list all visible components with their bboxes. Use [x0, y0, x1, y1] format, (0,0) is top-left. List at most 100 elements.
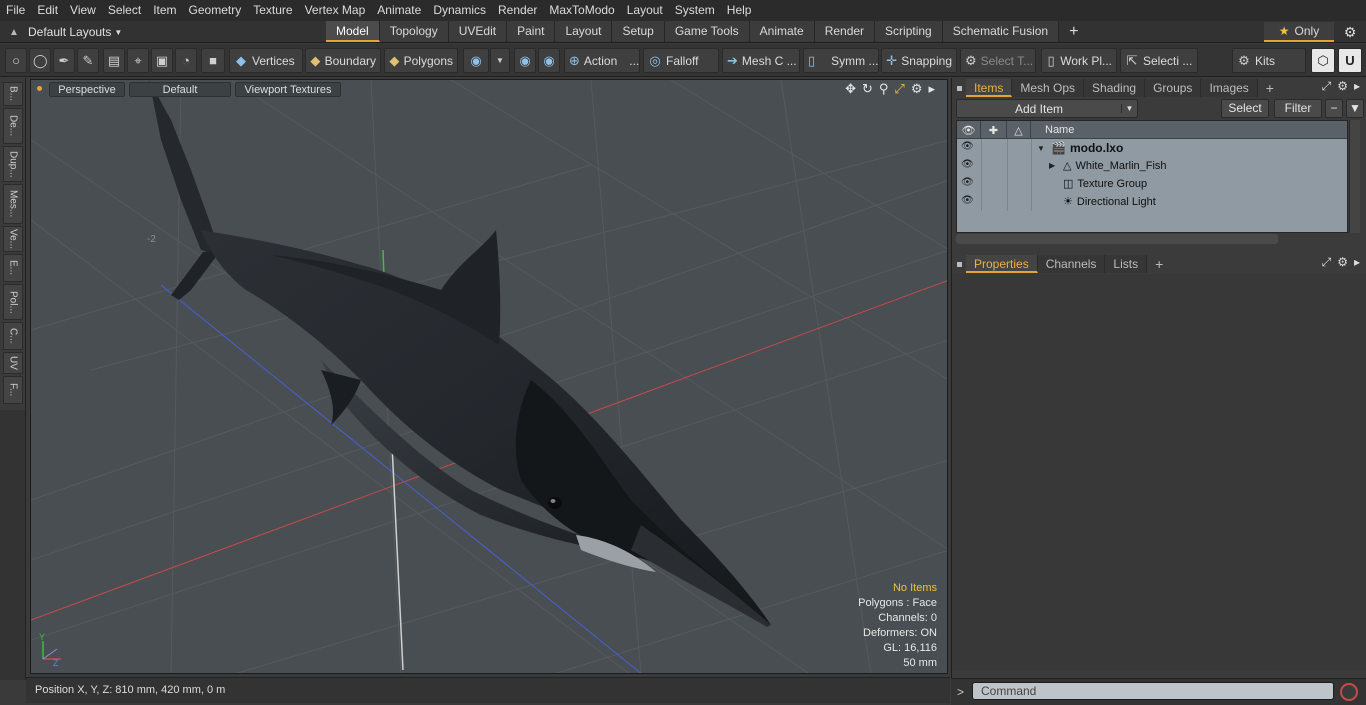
- left-tab-4[interactable]: Ve...: [3, 226, 23, 252]
- polygons-button[interactable]: ◆ Polygons: [384, 48, 458, 73]
- tab-properties[interactable]: Properties: [966, 255, 1038, 273]
- select-through-button[interactable]: ⚙ Select T...: [960, 48, 1036, 73]
- menu-render[interactable]: Render: [492, 0, 543, 21]
- perspective-view-button[interactable]: Perspective: [49, 82, 125, 97]
- menu-geometry[interactable]: Geometry: [183, 0, 248, 21]
- viewport-textures-button[interactable]: Viewport Textures: [235, 82, 341, 97]
- rotate-view-button[interactable]: ◔: [175, 48, 197, 73]
- select-button[interactable]: Select: [1221, 99, 1269, 118]
- visibility-eye-icon[interactable]: 👁: [961, 159, 977, 173]
- items-mode-button[interactable]: ■: [201, 48, 225, 73]
- expand-toggle-icon[interactable]: ▶: [1049, 161, 1059, 170]
- material-mode-button[interactable]: ◉: [463, 48, 489, 73]
- tab-layout[interactable]: Layout: [555, 21, 613, 42]
- work-plane-button[interactable]: ▯ Work Pl...: [1041, 48, 1117, 73]
- symmetry-button[interactable]: ▯ Symm ...: [803, 48, 879, 73]
- add-tab-icon[interactable]: +: [1059, 21, 1088, 42]
- tab-model[interactable]: Model: [326, 21, 380, 42]
- action-center-button[interactable]: ⊕ Action...: [564, 48, 640, 73]
- 3d-viewport[interactable]: -2 Perspective Default Viewport Textures…: [30, 79, 948, 674]
- chevron-down-icon[interactable]: ▼: [1121, 104, 1137, 113]
- kits-button[interactable]: ⚙ Kits: [1232, 48, 1306, 73]
- visibility-eye-icon[interactable]: 👁: [961, 141, 977, 155]
- vertices-button[interactable]: ◆ Vertices: [229, 48, 303, 73]
- tab-lists[interactable]: Lists: [1105, 255, 1148, 273]
- left-tab-6[interactable]: Pol...: [3, 284, 23, 320]
- command-input[interactable]: Command: [972, 682, 1334, 700]
- menu-item[interactable]: Item: [147, 0, 182, 21]
- left-tab-0[interactable]: B...: [3, 82, 23, 106]
- lock-column-icon[interactable]: ✚: [981, 121, 1007, 139]
- brush-tool-button[interactable]: ✎: [77, 48, 99, 73]
- tab-topology[interactable]: Topology: [379, 21, 449, 42]
- mesh-constraint-button[interactable]: ➔ Mesh C ...: [722, 48, 800, 73]
- pen-tool-button[interactable]: ✒: [53, 48, 75, 73]
- menu-layout[interactable]: Layout: [621, 0, 669, 21]
- shading-default-button[interactable]: Default: [129, 82, 231, 97]
- boundary-button[interactable]: ◆ Boundary: [305, 48, 381, 73]
- tree-row[interactable]: 👁 ◫ Texture Group: [957, 175, 1347, 193]
- collapse-button[interactable]: −: [1325, 99, 1343, 118]
- falloff-button[interactable]: ◎ Falloff: [643, 48, 719, 73]
- menu-file[interactable]: File: [0, 0, 31, 21]
- menu-system[interactable]: System: [669, 0, 721, 21]
- collapse-up-icon[interactable]: ▲: [0, 27, 28, 38]
- add-tab-icon[interactable]: +: [1258, 79, 1282, 97]
- tab-channels[interactable]: Channels: [1037, 255, 1106, 273]
- gear-icon[interactable]: ⚙: [1338, 22, 1362, 42]
- select-mode-auto-button[interactable]: ○: [5, 48, 27, 73]
- menu-help[interactable]: Help: [721, 0, 758, 21]
- left-tab-2[interactable]: Dup...: [3, 146, 23, 182]
- menu-view[interactable]: View: [64, 0, 102, 21]
- menu-maxtomodo[interactable]: MaxToModo: [543, 0, 620, 21]
- tab-images[interactable]: Images: [1201, 79, 1258, 97]
- visibility-eye-icon[interactable]: 👁: [961, 195, 977, 209]
- unity-button[interactable]: ⬡: [1311, 48, 1335, 73]
- tab-groups[interactable]: Groups: [1145, 79, 1202, 97]
- type-column-icon[interactable]: △: [1007, 121, 1031, 139]
- zoom-view-icon[interactable]: ⚲: [879, 81, 889, 97]
- name-column-header[interactable]: Name: [1031, 121, 1347, 139]
- tree-row[interactable]: 👁 ▼ 🎬 modo.lxo: [957, 139, 1347, 157]
- maximize-icon[interactable]: ⤢: [894, 81, 904, 97]
- viewport-gear-icon[interactable]: ⚙: [911, 81, 923, 97]
- viewport-menu-dot[interactable]: [37, 86, 42, 91]
- expand-panel-icon[interactable]: ⤢: [1322, 79, 1332, 94]
- items-tree-hscroll[interactable]: [956, 234, 1278, 244]
- panel-gear-icon[interactable]: ⚙: [1337, 79, 1348, 94]
- tab-render[interactable]: Render: [814, 21, 876, 42]
- add-item-button[interactable]: Add Item ▼: [956, 99, 1138, 118]
- tree-row[interactable]: 👁 ▶ △ White_Marlin_Fish: [957, 157, 1347, 175]
- visibility-eye-icon[interactable]: 👁: [961, 177, 977, 191]
- visibility-column-icon[interactable]: 👁: [957, 121, 981, 139]
- panel-arrow-icon[interactable]: ▸: [1354, 79, 1360, 94]
- menu-texture[interactable]: Texture: [247, 0, 298, 21]
- tab-setup[interactable]: Setup: [612, 21, 665, 42]
- material-dropdown-button[interactable]: ▼: [490, 48, 510, 73]
- expand-toggle-icon[interactable]: ▼: [1037, 144, 1047, 153]
- items-tree-vscroll[interactable]: [1349, 120, 1360, 233]
- left-tab-8[interactable]: UV: [3, 352, 23, 374]
- menu-dynamics[interactable]: Dynamics: [427, 0, 492, 21]
- items_panel-panel-menu-icon[interactable]: [952, 79, 966, 97]
- left-tab-1[interactable]: De...: [3, 108, 23, 144]
- rotate-view-icon[interactable]: ↻: [862, 81, 873, 97]
- tab-animate[interactable]: Animate: [749, 21, 815, 42]
- expand-panel-icon[interactable]: ⤢: [1322, 255, 1332, 270]
- arrange-button[interactable]: ▤: [103, 48, 125, 73]
- menu-animate[interactable]: Animate: [371, 0, 427, 21]
- snapping-button[interactable]: ✛ Snapping: [881, 48, 957, 73]
- tab-scripting[interactable]: Scripting: [875, 21, 943, 42]
- center-button[interactable]: ⌖: [127, 48, 149, 73]
- select-mode-globe-button[interactable]: ◯: [29, 48, 51, 73]
- menu-select[interactable]: Select: [102, 0, 147, 21]
- left-tab-3[interactable]: Mes...: [3, 184, 23, 224]
- tab-items[interactable]: Items: [966, 79, 1013, 97]
- layout-selector[interactable]: ▲ Default Layouts ▼: [0, 21, 122, 43]
- record-macro-icon[interactable]: [1340, 683, 1358, 701]
- viewport-scene[interactable]: -2: [31, 80, 948, 674]
- menu-vertex-map[interactable]: Vertex Map: [299, 0, 372, 21]
- tab-schematic-fusion[interactable]: Schematic Fusion: [942, 21, 1060, 42]
- tab-uvedit[interactable]: UVEdit: [448, 21, 508, 42]
- properties_panel-panel-menu-icon[interactable]: [952, 255, 966, 273]
